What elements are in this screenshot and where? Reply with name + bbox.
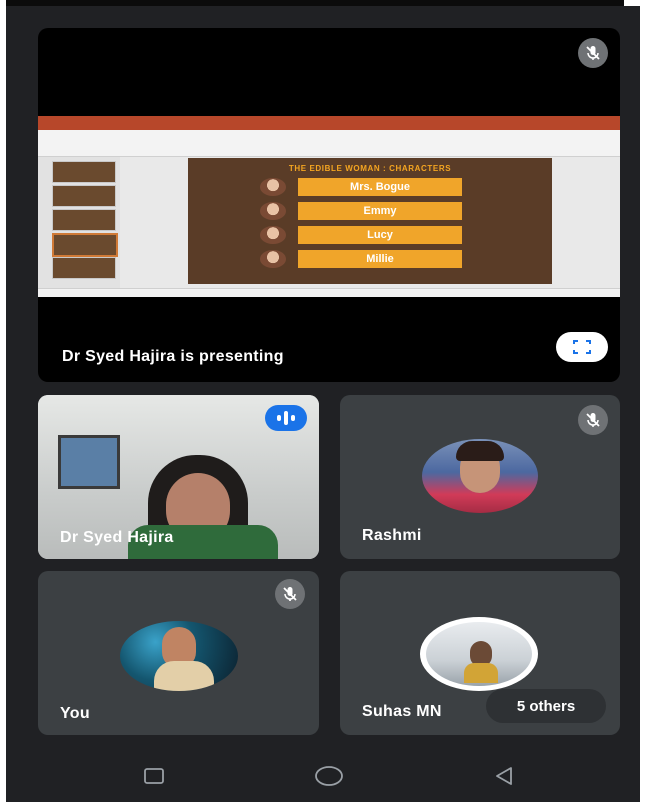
- current-slide: THE EDIBLE WOMAN : CHARACTERS Mrs. Bogue…: [188, 158, 552, 284]
- shared-screen: THE EDIBLE WOMAN : CHARACTERS Mrs. Bogue…: [38, 116, 620, 297]
- character-label: Emmy: [298, 202, 462, 220]
- character-portrait: [260, 202, 286, 220]
- recents-icon: [144, 768, 164, 784]
- participant-tile[interactable]: You: [38, 571, 319, 735]
- participant-name: Rashmi: [362, 527, 422, 544]
- ribbon-toolbar: [38, 130, 620, 157]
- avatar: [420, 617, 538, 691]
- slide-thumbnail: [52, 185, 116, 207]
- meet-screen: THE EDIBLE WOMAN : CHARACTERS Mrs. Bogue…: [6, 6, 640, 802]
- avatar: [120, 621, 238, 691]
- back-button[interactable]: [484, 760, 524, 792]
- slide-thumbnail: [52, 257, 116, 279]
- mic-muted-icon: [578, 405, 608, 435]
- character-label: Millie: [298, 250, 462, 268]
- system-navigation-bar: [6, 750, 640, 802]
- participant-tile[interactable]: Suhas MN 5 others: [340, 571, 620, 735]
- speaking-indicator-icon: [265, 405, 307, 431]
- mic-muted-icon: [275, 579, 305, 609]
- recents-button[interactable]: [134, 760, 174, 792]
- home-button[interactable]: [309, 760, 349, 792]
- ribbon-tabs: [38, 116, 620, 130]
- back-icon: [496, 767, 512, 785]
- others-count-button[interactable]: 5 others: [486, 689, 606, 723]
- character-label: Lucy: [298, 226, 462, 244]
- character-portrait: [260, 250, 286, 268]
- character-portrait: [260, 226, 286, 244]
- participant-tile[interactable]: Rashmi: [340, 395, 620, 559]
- mic-muted-icon: [578, 38, 608, 68]
- slide-thumbnail: [52, 209, 116, 231]
- slide-thumbnails: [38, 157, 120, 288]
- avatar: [422, 439, 538, 513]
- participant-name: Dr Syed Hajira: [60, 529, 174, 546]
- phone-frame: THE EDIBLE WOMAN : CHARACTERS Mrs. Bogue…: [0, 0, 647, 802]
- participant-name: Suhas MN: [362, 703, 442, 720]
- presenter-status: Dr Syed Hajira is presenting: [62, 348, 284, 365]
- slide-title: THE EDIBLE WOMAN : CHARACTERS: [288, 164, 452, 173]
- presentation-tile[interactable]: THE EDIBLE WOMAN : CHARACTERS Mrs. Bogue…: [38, 28, 620, 382]
- home-icon: [315, 766, 343, 786]
- slide-thumbnail: [52, 161, 116, 183]
- fullscreen-button[interactable]: [556, 332, 608, 362]
- app-statusbar: [38, 288, 620, 297]
- background-poster: [58, 435, 120, 489]
- character-label: Mrs. Bogue: [298, 178, 462, 196]
- slide-thumbnail-selected: [52, 233, 118, 257]
- character-portrait: [260, 178, 286, 196]
- participant-name: You: [60, 705, 90, 722]
- participant-tile[interactable]: Dr Syed Hajira: [38, 395, 319, 559]
- fullscreen-icon: [573, 340, 591, 354]
